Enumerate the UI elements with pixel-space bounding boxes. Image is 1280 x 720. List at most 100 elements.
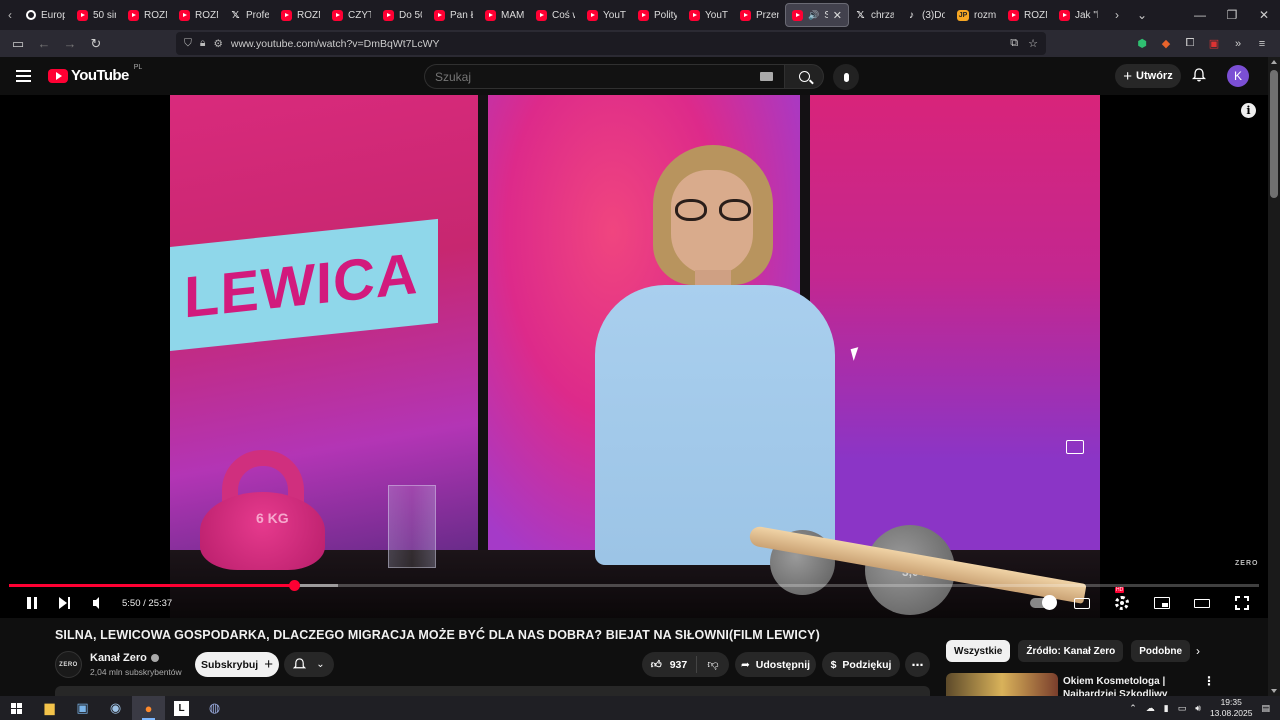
tab-active[interactable]: 🔊 SILN ✕ [785,3,849,27]
create-button[interactable]: + Utwórz [1115,64,1181,88]
tray-overflow-icon[interactable]: ⌃ [1129,703,1137,714]
picture-in-picture-icon[interactable]: ⧉ [1010,37,1018,50]
browser-tab[interactable]: Coś w [530,3,581,27]
reload-button[interactable]: ↻ [84,32,108,56]
list-all-tabs-button[interactable]: ⌄ [1128,0,1156,30]
chip-all[interactable]: Wszystkie [946,640,1011,662]
browser-tab[interactable]: Jak "li [1053,3,1104,27]
browser-tab[interactable]: CZYTA [326,3,377,27]
youtube-logo[interactable]: YouTube PL [48,64,142,84]
browser-tab[interactable]: MAMY [479,3,530,27]
restore-button[interactable]: ❐ [1216,0,1248,30]
lock-icon[interactable]: 🔒︎ [200,37,206,50]
taskbar-steam[interactable]: ◉ [99,696,132,720]
clock[interactable]: 19:35 13.08.2025 [1210,697,1253,719]
bookmark-star-icon[interactable]: ☆ [1028,37,1038,50]
usb-icon[interactable]: ▮ [1164,703,1169,714]
forward-button[interactable]: → [58,32,82,56]
taskbar-firefox[interactable]: ● [132,696,165,720]
url-bar[interactable]: ⛉ 🔒︎ ⚙︎ www.youtube.com/watch?v=DmBqWt7L… [176,32,1046,55]
scrollbar-thumb[interactable] [1270,70,1278,198]
video-player[interactable]: LEWICA 6 KG 3,0 KG i ZERO 5:50 / 25:37 [0,95,1268,618]
info-icon[interactable]: i [1241,103,1256,118]
browser-tab[interactable]: ROZM [173,3,224,27]
browser-tab[interactable]: 50 sin [71,3,122,27]
browser-tab[interactable]: YouTu [581,3,632,27]
browser-tab[interactable]: Polity [632,3,683,27]
browser-tab[interactable]: Pan Ł [428,3,479,27]
shield-icon[interactable]: ⛉ [184,37,192,50]
like-button[interactable]: 👍︎ 937 [642,656,697,673]
browser-tab[interactable]: YouTu [683,3,734,27]
extension-fox-icon[interactable]: ◆ [1158,36,1174,52]
scroll-up-icon[interactable] [1271,60,1277,64]
tab-scroll-left-button[interactable]: ‹ [0,0,20,30]
overflow-menu-icon[interactable]: » [1230,36,1246,52]
network-icon[interactable]: ▭ [1178,703,1187,714]
browser-tab[interactable]: Przem [734,3,785,27]
browser-tab[interactable]: 𝕏chrzan [849,3,900,27]
keyboard-icon[interactable] [760,72,773,81]
autoplay-toggle[interactable] [1026,593,1058,613]
url-text[interactable]: www.youtube.com/watch?v=DmBqWt7LcWY [231,38,440,50]
channel-avatar[interactable]: ZERO [55,651,82,678]
thanks-button[interactable]: $ Podziękuj [822,652,900,677]
taskbar-app-globe[interactable]: ◍ [198,696,231,720]
browser-tab[interactable]: JP rozmo [951,3,1002,27]
cast-icon[interactable] [1066,440,1084,454]
taskbar-explorer[interactable]: ▆ [33,696,66,720]
settings-button[interactable]: HD [1106,587,1138,613]
search-input[interactable] [424,64,784,89]
close-tab-icon[interactable]: ✕ [833,9,842,22]
extensions-puzzle-icon[interactable]: ⧠ [1182,36,1198,52]
more-actions-button[interactable]: ⋯ [905,652,930,677]
miniplayer-button[interactable] [1146,593,1178,613]
channel-name-link[interactable]: Kanał Zero [90,652,159,664]
browser-tab[interactable]: ROZM [1002,3,1053,27]
chips-next-button[interactable]: › [1190,643,1206,659]
notifications-icon[interactable]: ▤ [1261,703,1270,714]
dislike-button[interactable]: 👎︎ [697,658,729,671]
channel-name[interactable]: Kanał Zero [90,652,147,664]
search-button[interactable] [784,64,824,89]
chip-source[interactable]: Źródło: Kanał Zero [1018,640,1124,662]
extension-badge-icon[interactable]: ▣ [1206,36,1222,52]
recommendation-thumbnail[interactable] [946,673,1058,696]
browser-tab[interactable]: ROZM [122,3,173,27]
close-window-button[interactable]: ✕ [1248,0,1280,30]
next-button[interactable] [48,593,80,613]
description-box[interactable] [55,686,930,696]
minimize-button[interactable]: — [1184,0,1216,30]
progress-scrubber[interactable] [289,580,300,591]
chip-related[interactable]: Podobne [1131,640,1191,662]
progress-bar[interactable] [9,580,1259,591]
taskbar-app-monitor[interactable]: ▣ [66,696,99,720]
mute-button[interactable] [80,593,112,613]
subscribe-button[interactable]: Subskrybuj + [195,652,279,677]
browser-tab[interactable]: Europ [20,3,71,27]
audio-playing-icon[interactable]: 🔊 [808,10,819,21]
extension-shield-icon[interactable]: ⬢ [1134,36,1150,52]
app-menu-icon[interactable]: ≡ [1254,36,1270,52]
fullscreen-button[interactable] [1226,593,1258,613]
back-button[interactable]: ← [32,32,56,56]
volume-tray-icon[interactable]: 🔊︎ [1195,703,1201,714]
subtitles-button[interactable] [1066,593,1098,613]
page-scrollbar[interactable] [1268,57,1280,696]
menu-icon[interactable] [16,70,31,82]
permissions-icon[interactable]: ⚙︎ [213,38,222,50]
share-button[interactable]: ➦ Udostępnij [735,652,816,677]
theater-mode-button[interactable] [1186,593,1218,613]
video-frame[interactable]: LEWICA 6 KG 3,0 KG [170,95,1100,618]
scroll-down-icon[interactable] [1271,689,1277,693]
browser-tab[interactable]: Do 50 [377,3,428,27]
account-avatar[interactable]: K [1227,65,1249,87]
browser-tab[interactable]: ♪ (3)Dor [900,3,951,27]
notification-settings-button[interactable]: ⌄ [284,652,334,677]
browser-tab[interactable]: ROZM [275,3,326,27]
notifications-bell-icon[interactable] [1192,68,1206,82]
browser-tab[interactable]: 𝕏 Profes [224,3,275,27]
voice-search-button[interactable] [833,64,859,90]
pause-button[interactable] [16,593,48,613]
cloud-icon[interactable]: ☁ [1146,703,1155,714]
